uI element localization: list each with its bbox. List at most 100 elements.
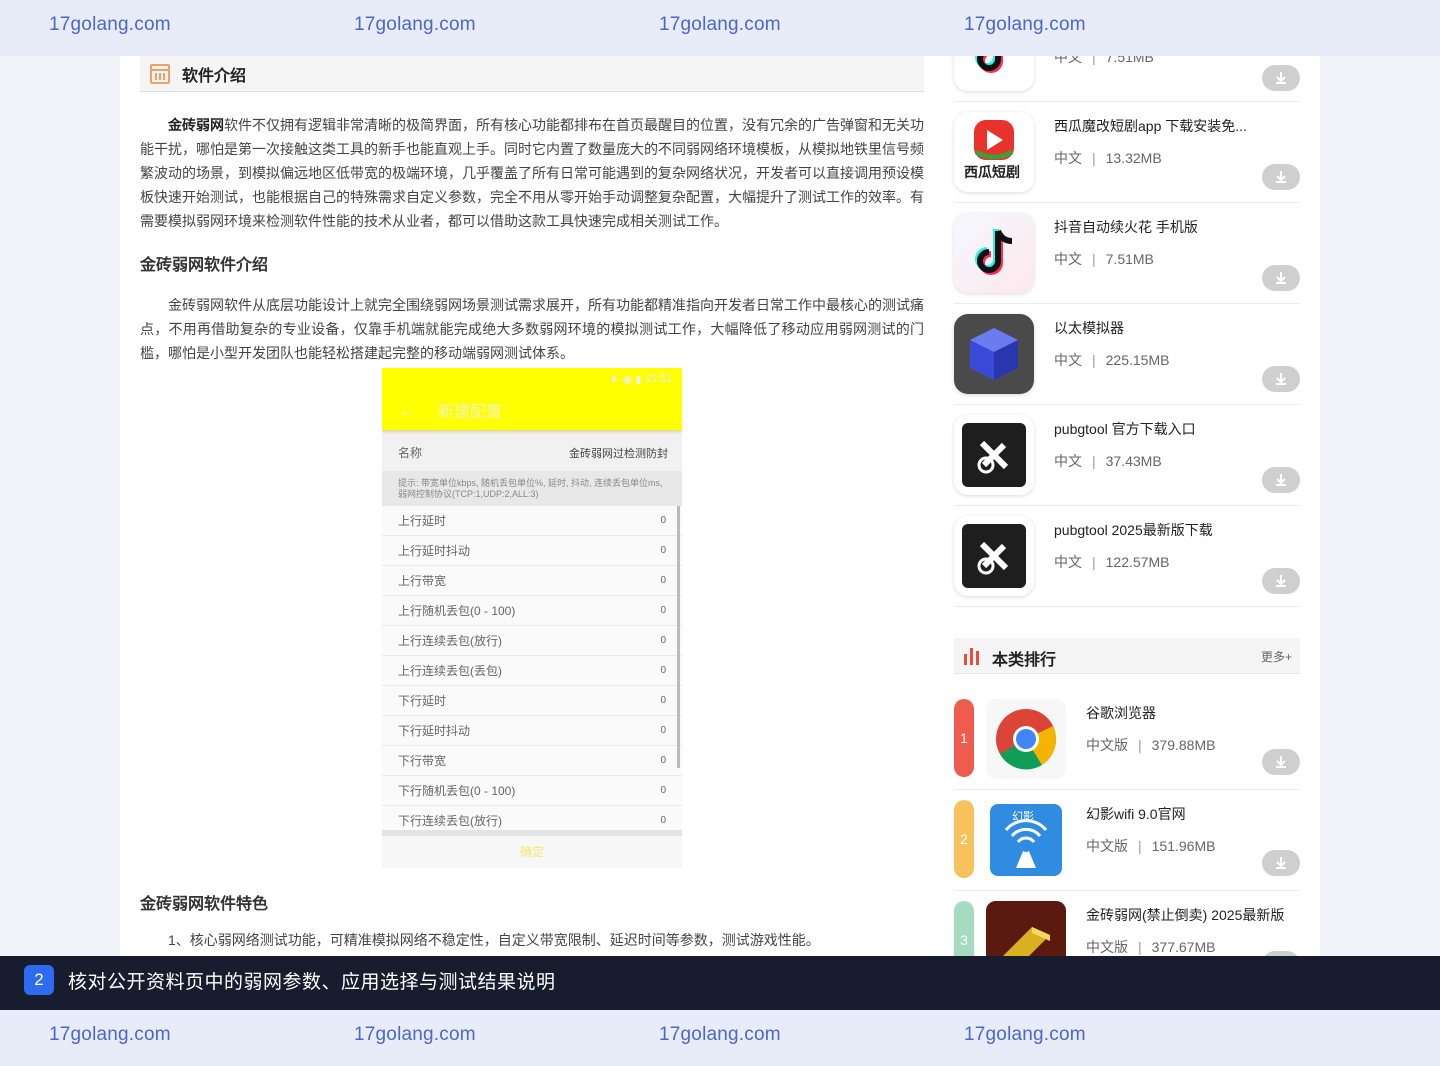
app-item[interactable]: 抖音自动续火花 手机版 中文 | 7.51MB — [954, 203, 1300, 304]
download-icon — [1276, 373, 1286, 385]
app-item[interactable]: pubgtool 官方下载入口 中文 | 37.43MB — [954, 405, 1300, 506]
app-meta: 中文 | 122.57MB — [1054, 554, 1170, 570]
app-item[interactable]: pubgtool 2025最新版下载 中文 | 122.57MB — [954, 506, 1300, 607]
app-title[interactable]: 抖音自动续火花 手机版 — [1054, 217, 1198, 237]
phantom-icon-text: 幻影 — [1012, 811, 1034, 823]
config-row-label: 下行延时 — [398, 694, 447, 708]
web-page: 软件介绍 金砖弱网软件不仅拥有逻辑非常清晰的极简界面，所有核心功能都排布在首页最… — [120, 56, 1320, 956]
section-title: 软件介绍 — [182, 67, 247, 85]
watermark-text: 17golang.com — [354, 1024, 476, 1045]
rank-title: 本类排行 — [992, 652, 1057, 669]
rank-size: 377.67MB — [1151, 939, 1216, 955]
config-row: 上行延时抖动 0 — [382, 536, 682, 566]
tool-icon — [954, 415, 1034, 495]
app-meta: 中文 | 13.32MB — [1054, 150, 1162, 166]
rank-size: 379.88MB — [1151, 737, 1216, 753]
app-screenshot: ▼ ◉ ▮ 15:51 ← 新建配置 名称 金砖弱网过检测防封 提示: 带宽单位… — [382, 368, 682, 868]
phone-appbar-title: 新建配置 — [438, 404, 503, 421]
watermark-text: 17golang.com — [49, 1024, 171, 1045]
config-row: 下行延时抖动 0 — [382, 716, 682, 746]
intro-bold: 金砖弱网 — [168, 117, 224, 133]
app-lang: 中文 — [1054, 56, 1082, 65]
task-caption-bar: 2 核对公开资料页中的弱网参数、应用选择与测试结果说明 — [0, 956, 1440, 1010]
config-row: 下行随机丢包(0 - 100) 0 — [382, 776, 682, 806]
phone-ok-button: 确定 — [382, 830, 682, 868]
app-title[interactable]: pubgtool 官方下载入口 — [1054, 419, 1196, 439]
download-icon — [1276, 171, 1286, 183]
rank-item[interactable]: 3 金砖弱网(禁止倒卖) 2025最新版 中文版 | 377.67MB — [954, 891, 1300, 956]
tiktok-icon — [954, 56, 1034, 91]
download-button[interactable] — [1262, 749, 1300, 775]
app-title[interactable]: pubgtool 2025最新版下载 — [1054, 520, 1213, 540]
download-button[interactable] — [1262, 65, 1300, 91]
chart-bars-icon — [964, 648, 982, 665]
download-button[interactable] — [1262, 164, 1300, 190]
phantom-wifi-icon: 幻影 — [986, 800, 1066, 880]
config-row-label: 下行随机丢包(0 - 100) — [398, 784, 516, 798]
download-icon — [1276, 272, 1286, 284]
watermark-bar-bottom: 17golang.com 17golang.com 17golang.com 1… — [0, 1010, 1440, 1066]
app-item[interactable]: 西瓜短剧 西瓜魔改短剧app 下载安装免... 中文 | 13.32MB — [954, 102, 1300, 203]
rank-app-title[interactable]: 金砖弱网(禁止倒卖) 2025最新版 — [1086, 905, 1284, 925]
config-row-label: 上行随机丢包(0 - 100) — [398, 604, 516, 618]
sidebar: 中文 | 7.51MB 西瓜短剧 西瓜魔改短剧app 下载安装免... 中文 | 13.… — [954, 56, 1300, 956]
download-icon — [1276, 575, 1286, 587]
calendar-icon — [150, 63, 170, 84]
download-icon — [1276, 72, 1286, 84]
app-title[interactable]: 西瓜魔改短剧app 下载安装免... — [1054, 116, 1247, 136]
watermark-text: 17golang.com — [964, 14, 1086, 35]
config-hint: 提示: 带宽单位kbps, 随机丢包单位%, 延时, 抖动, 连续丢包单位ms,… — [382, 472, 682, 506]
config-row-value: 0 — [660, 635, 666, 646]
app-lang: 中文 — [1054, 150, 1082, 166]
heading-features: 金砖弱网软件特色 — [140, 896, 269, 913]
rank-number: 1 — [954, 699, 974, 777]
download-button[interactable] — [1262, 850, 1300, 876]
app-size: 7.51MB — [1105, 56, 1154, 65]
download-button[interactable] — [1262, 568, 1300, 594]
download-button[interactable] — [1262, 467, 1300, 493]
app-meta: 中文 | 7.51MB — [1054, 56, 1154, 67]
intro-paragraph: 金砖弱网软件不仅拥有逻辑非常清晰的极简界面，所有核心功能都排布在首页最醒目的位置… — [140, 113, 924, 233]
rank-app-title[interactable]: 幻影wifi 9.0官网 — [1086, 804, 1186, 824]
phone-scrollbar — [677, 506, 680, 768]
rank-item[interactable]: 2 幻影 幻影wifi 9.0官网 中文版 | 151.96MB — [954, 790, 1300, 891]
section-header-intro: 软件介绍 — [140, 56, 924, 92]
app-item[interactable]: 以太模拟器 中文 | 225.15MB — [954, 304, 1300, 405]
config-row-value: 0 — [660, 695, 666, 706]
download-button[interactable] — [1262, 366, 1300, 392]
app-lang: 中文 — [1054, 352, 1082, 368]
config-name-label: 名称 — [398, 446, 423, 460]
status-time: 15:51 — [644, 373, 672, 385]
download-icon — [1276, 857, 1286, 869]
watermark-bar-top: 17golang.com 17golang.com 17golang.com 1… — [0, 0, 1440, 56]
caption-text: 核对公开资料页中的弱网参数、应用选择与测试结果说明 — [68, 972, 556, 993]
config-row-label: 下行连续丢包(放行) — [398, 814, 502, 828]
config-row-label: 上行带宽 — [398, 574, 447, 588]
rank-lang: 中文版 — [1086, 939, 1128, 955]
rank-header: 本类排行 更多+ — [954, 638, 1300, 674]
app-title[interactable]: 以太模拟器 — [1054, 318, 1124, 338]
rank-meta: 中文版 | 379.88MB — [1086, 737, 1216, 753]
config-name-value: 金砖弱网过检测防封 — [569, 447, 668, 460]
paragraph-2: 金砖弱网软件从底层功能设计上就完全围绕弱网场景测试需求展开，所有功能都精准指向开… — [140, 297, 924, 361]
app-size: 37.43MB — [1105, 453, 1162, 469]
more-link[interactable]: 更多+ — [1261, 648, 1292, 665]
chrome-icon — [986, 699, 1066, 779]
watermark-text: 17golang.com — [354, 14, 476, 35]
config-row-label: 下行延时抖动 — [398, 724, 471, 738]
rank-item[interactable]: 1 谷歌浏览器 中文版 | 379.88MB — [954, 689, 1300, 790]
config-row: 下行带宽 0 — [382, 746, 682, 776]
rank-meta: 中文版 | 377.67MB — [1086, 939, 1216, 955]
phone-status-bar: ▼ ◉ ▮ 15:51 — [382, 368, 682, 390]
app-size: 7.51MB — [1105, 251, 1154, 267]
download-icon — [1276, 474, 1286, 486]
app-item[interactable]: 中文 | 7.51MB — [954, 56, 1300, 102]
config-name-row: 名称 金砖弱网过检测防封 — [382, 434, 682, 472]
download-button[interactable] — [1262, 265, 1300, 291]
app-lang: 中文 — [1054, 453, 1082, 469]
watermark-text: 17golang.com — [964, 1024, 1086, 1045]
config-row: 上行带宽 0 — [382, 566, 682, 596]
config-row: 上行连续丢包(丢包) 0 — [382, 656, 682, 686]
xigua-icon-text: 西瓜短剧 — [964, 164, 1020, 180]
rank-app-title[interactable]: 谷歌浏览器 — [1086, 703, 1156, 723]
